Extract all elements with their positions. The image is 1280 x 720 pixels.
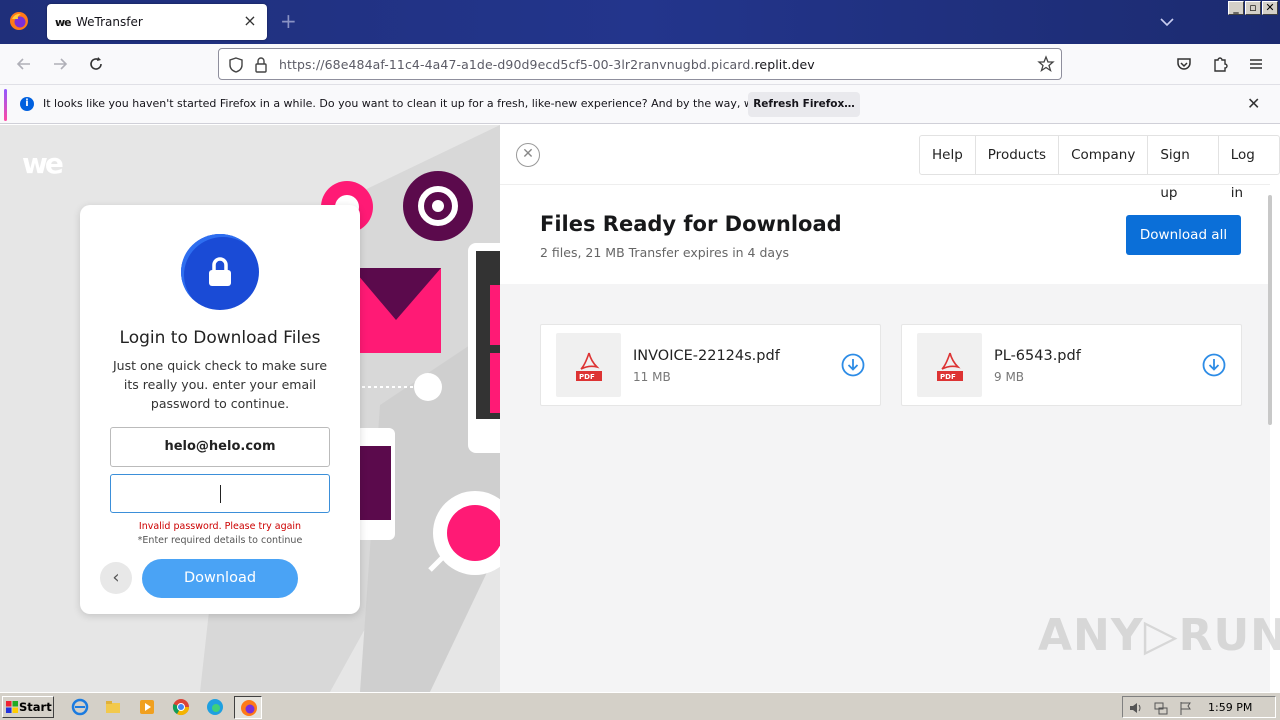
taskbar: Start 1:59 PM: [0, 692, 1280, 720]
file-card[interactable]: PDF INVOICE-22124s.pdf 11 MB: [540, 324, 881, 406]
page-title: Files Ready for Download: [540, 212, 842, 236]
nav-help[interactable]: Help: [920, 136, 976, 174]
nav-sign-up[interactable]: Sign up: [1148, 136, 1219, 201]
system-tray: [1122, 696, 1276, 718]
url-host: replit.dev: [754, 57, 815, 72]
back-button[interactable]: ‹: [100, 562, 132, 594]
new-tab-button[interactable]: +: [280, 10, 297, 32]
login-card: Login to Download Files Just one quick c…: [80, 205, 360, 614]
internet-explorer-icon[interactable]: [71, 698, 89, 716]
clock: 1:59 PM: [1208, 701, 1253, 714]
firefox-icon: [241, 700, 257, 716]
password-field[interactable]: [110, 474, 330, 513]
required-message: *Enter required details to continue: [137, 535, 303, 545]
menu-icon[interactable]: [1246, 54, 1266, 74]
lock-icon[interactable]: [253, 56, 269, 74]
scrollbar[interactable]: [1268, 195, 1272, 425]
windows-flag-icon: [6, 701, 18, 713]
close-window-button[interactable]: ✕: [1262, 1, 1278, 15]
transfer-panel: ✕ Help Products Company Sign up Log in F…: [500, 125, 1280, 692]
edge-icon[interactable]: [206, 698, 224, 716]
tab-close-icon[interactable]: ×: [241, 12, 259, 30]
lock-badge: [181, 234, 259, 310]
navigation-bar: https://68e484af-11c4-4a47-a1de-d90d9ecd…: [0, 44, 1280, 84]
download-circle-icon[interactable]: [1202, 353, 1226, 377]
file-card[interactable]: PDF PL-6543.pdf 9 MB: [901, 324, 1242, 406]
url-bar[interactable]: https://68e484af-11c4-4a47-a1de-d90d9ecd…: [218, 48, 1062, 80]
notification-text: It looks like you haven't started Firefo…: [43, 97, 827, 110]
start-label: Start: [19, 700, 52, 714]
login-title: Login to Download Files: [119, 328, 321, 348]
minimize-button[interactable]: _: [1228, 1, 1244, 15]
download-button[interactable]: Download: [142, 559, 298, 598]
tab-title: WeTransfer: [76, 15, 143, 29]
taskbar-firefox-button[interactable]: [234, 696, 262, 719]
wetransfer-favicon-icon: we: [55, 16, 72, 29]
media-player-icon[interactable]: [138, 698, 156, 716]
notification-bar: i It looks like you haven't started Fire…: [0, 84, 1280, 124]
pocket-icon[interactable]: [1174, 54, 1194, 74]
file-size: 9 MB: [994, 370, 1025, 384]
flag-icon[interactable]: [1178, 700, 1194, 716]
tab-bar: we WeTransfer × + _ ▫ ✕: [0, 0, 1280, 44]
top-navigation: Help Products Company Sign up Log in: [919, 135, 1280, 201]
anyrun-watermark: ANY▷RUN: [1038, 610, 1280, 661]
divider: [500, 184, 1270, 185]
wetransfer-logo[interactable]: we: [22, 147, 64, 180]
forward-icon[interactable]: [50, 54, 70, 74]
firefox-icon[interactable]: [9, 11, 29, 31]
folder-icon[interactable]: [104, 698, 122, 716]
refresh-firefox-button[interactable]: Refresh Firefox…: [748, 92, 860, 117]
file-name: PL-6543.pdf: [994, 348, 1081, 364]
shield-icon[interactable]: [227, 56, 245, 74]
notification-accent: [4, 89, 7, 121]
pdf-badge-text: PDF: [579, 373, 595, 381]
background-illustration: we Login to Download Files Just one quic…: [0, 125, 500, 692]
file-name: INVOICE-22124s.pdf: [633, 348, 780, 364]
start-button[interactable]: Start: [2, 696, 54, 718]
text-caret: [220, 485, 221, 503]
nav-company[interactable]: Company: [1059, 136, 1149, 174]
url-text[interactable]: https://68e484af-11c4-4a47-a1de-d90d9ecd…: [279, 57, 815, 72]
url-path: https://68e484af-11c4-4a47-a1de-d90d9ecd…: [279, 57, 755, 72]
pdf-badge-text: PDF: [940, 373, 956, 381]
speaker-icon[interactable]: [1128, 700, 1144, 716]
download-circle-icon[interactable]: [841, 353, 865, 377]
page-content: we Login to Download Files Just one quic…: [0, 125, 1280, 692]
padlock-icon: [209, 257, 231, 286]
network-icon[interactable]: [1153, 700, 1169, 716]
close-panel-button[interactable]: ✕: [516, 143, 540, 167]
chrome-icon[interactable]: [172, 698, 190, 716]
reload-icon[interactable]: [86, 54, 106, 74]
close-icon[interactable]: ✕: [1247, 95, 1260, 113]
error-message: Invalid password. Please try again: [138, 521, 302, 532]
email-field[interactable]: helo@helo.com: [110, 427, 330, 467]
tab-wetransfer[interactable]: we WeTransfer ×: [47, 4, 267, 40]
info-icon: i: [20, 97, 34, 111]
download-all-button[interactable]: Download all: [1126, 215, 1241, 255]
login-description: Just one quick check to make sure its re…: [112, 358, 328, 411]
maximize-button[interactable]: ▫: [1245, 1, 1261, 15]
pdf-icon: PDF: [556, 333, 621, 397]
nav-log-in[interactable]: Log in: [1219, 136, 1279, 201]
transfer-summary: 2 files, 21 MB Transfer expires in 4 day…: [540, 245, 789, 260]
chevron-down-icon[interactable]: [1158, 13, 1176, 31]
star-icon[interactable]: [1037, 55, 1055, 73]
back-icon[interactable]: [14, 54, 34, 74]
pdf-icon: PDF: [917, 333, 982, 397]
nav-products[interactable]: Products: [976, 136, 1060, 174]
file-size: 11 MB: [633, 370, 671, 384]
extensions-icon[interactable]: [1210, 54, 1230, 74]
